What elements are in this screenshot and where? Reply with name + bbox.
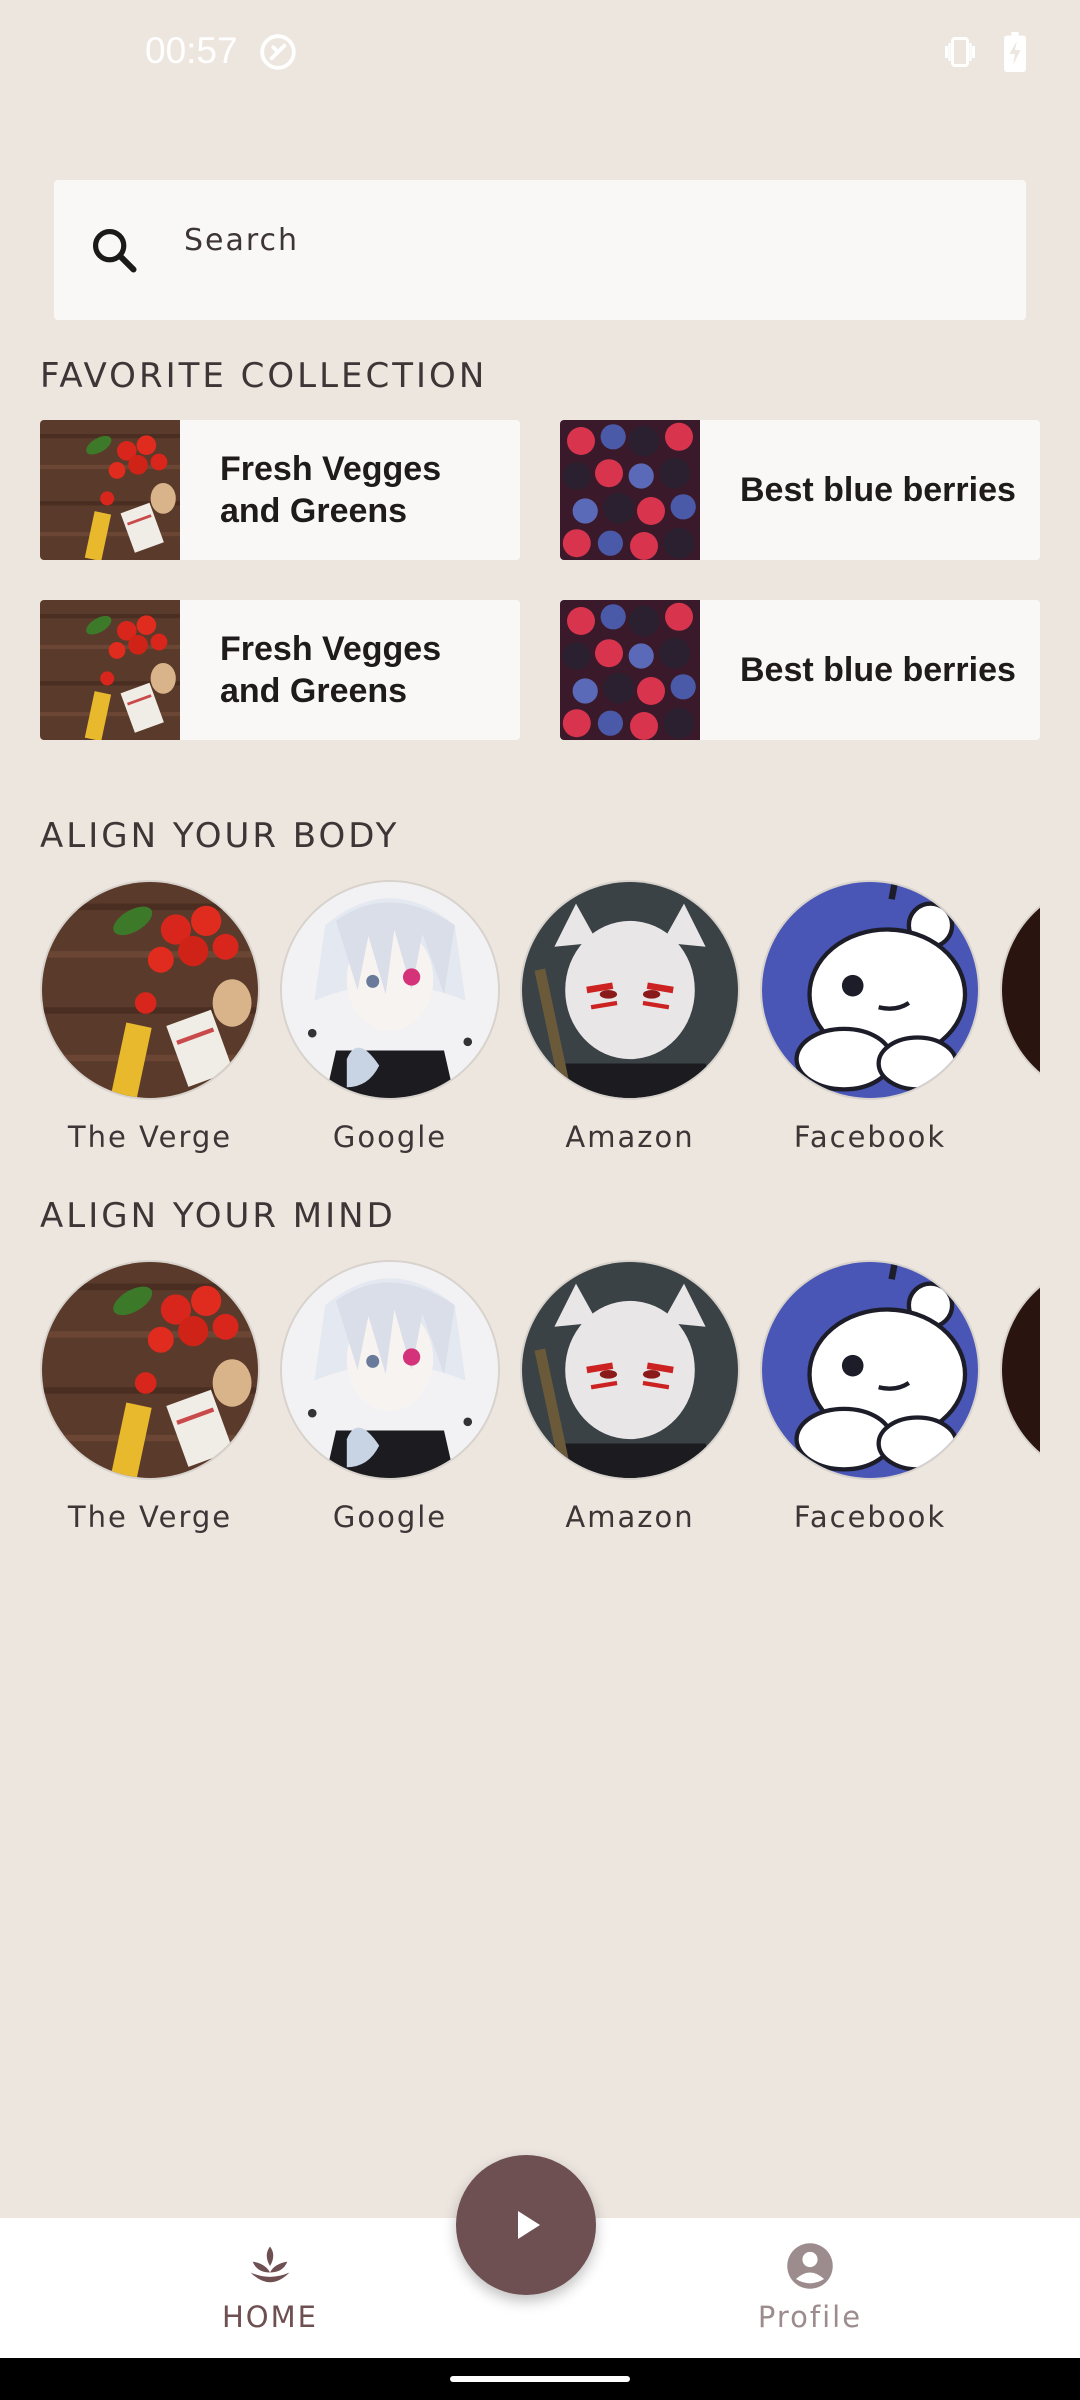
- collection-card-image: [40, 600, 180, 740]
- nav-home-label: HOME: [222, 2300, 318, 2334]
- avatar: [280, 880, 500, 1100]
- align-mind-title: ALIGN YOUR MIND: [40, 1196, 396, 1236]
- account-circle-icon: [787, 2243, 833, 2289]
- gesture-handle[interactable]: [450, 2376, 630, 2382]
- body-item-label: Facebook: [793, 1120, 947, 1154]
- collection-card-image: [40, 420, 180, 560]
- collection-card-image: [560, 600, 700, 740]
- collection-card-label: Best blue berries: [740, 651, 1016, 689]
- nav-profile[interactable]: Profile: [660, 2218, 960, 2358]
- collection-card[interactable]: Fresh Vegges and Greens: [40, 600, 520, 740]
- align-body-title: ALIGN YOUR BODY: [40, 816, 400, 856]
- avatar: [520, 880, 740, 1100]
- vibrate-icon: [945, 37, 975, 67]
- body-item-label: The Verge: [67, 1120, 233, 1154]
- avatar: [1000, 880, 1040, 1100]
- nav-home[interactable]: HOME: [120, 2218, 420, 2358]
- search-bar[interactable]: [54, 180, 1026, 320]
- mind-item-amazon[interactable]: Amazon: [520, 1260, 740, 1534]
- app-notification-icon: [260, 34, 296, 70]
- collection-card-label: Fresh Vegges and Greens: [220, 630, 442, 710]
- play-button[interactable]: [456, 2155, 596, 2295]
- collection-card[interactable]: Best blue berries: [560, 600, 1040, 740]
- search-input[interactable]: [184, 210, 984, 270]
- avatar: [280, 1260, 500, 1480]
- nav-profile-label: Profile: [757, 2300, 863, 2334]
- mind-item-the-verge[interactable]: The Verge: [40, 1260, 260, 1534]
- align-body-row[interactable]: The Verge Google Amazon Facebook: [0, 880, 1040, 1160]
- mind-item-label: Amazon: [565, 1500, 695, 1534]
- avatar: [1000, 1260, 1040, 1480]
- mind-item-label: The Verge: [67, 1500, 233, 1534]
- body-item-facebook[interactable]: Facebook: [760, 880, 980, 1154]
- mind-item-label: Facebook: [793, 1500, 947, 1534]
- align-mind-row[interactable]: The Verge Google Amazon Facebook: [0, 1260, 1040, 1540]
- mind-item-google[interactable]: Google: [280, 1260, 500, 1534]
- body-item-amazon[interactable]: Amazon: [520, 880, 740, 1154]
- mind-item-partial[interactable]: [1000, 1260, 1040, 1500]
- favorite-collection-title: FAVORITE COLLECTION: [40, 356, 488, 396]
- collection-card-image: [560, 420, 700, 560]
- body-item-google[interactable]: Google: [280, 880, 500, 1154]
- body-item-label: Amazon: [565, 1120, 695, 1154]
- search-icon: [92, 228, 137, 273]
- mind-item-facebook[interactable]: Facebook: [760, 1260, 980, 1534]
- body-item-the-verge[interactable]: The Verge: [40, 880, 260, 1154]
- system-gesture-bar: [0, 2358, 1080, 2400]
- play-icon: [518, 2211, 540, 2239]
- avatar: [760, 880, 980, 1100]
- collection-card[interactable]: Best blue berries: [560, 420, 1040, 560]
- battery-charging-icon: [1004, 32, 1026, 72]
- avatar: [40, 880, 260, 1100]
- status-time: 00:57: [145, 30, 238, 71]
- avatar: [520, 1260, 740, 1480]
- body-item-label: Google: [332, 1120, 448, 1154]
- avatar: [40, 1260, 260, 1480]
- mind-item-label: Google: [332, 1500, 448, 1534]
- collection-card[interactable]: Fresh Vegges and Greens: [40, 420, 520, 560]
- spa-leaf-icon: [250, 2246, 290, 2283]
- avatar: [760, 1260, 980, 1480]
- collection-card-label: Best blue berries: [740, 471, 1016, 509]
- collection-card-label: Fresh Vegges and Greens: [220, 450, 442, 530]
- body-item-partial[interactable]: [1000, 880, 1040, 1120]
- status-bar: 00:57: [0, 0, 1080, 104]
